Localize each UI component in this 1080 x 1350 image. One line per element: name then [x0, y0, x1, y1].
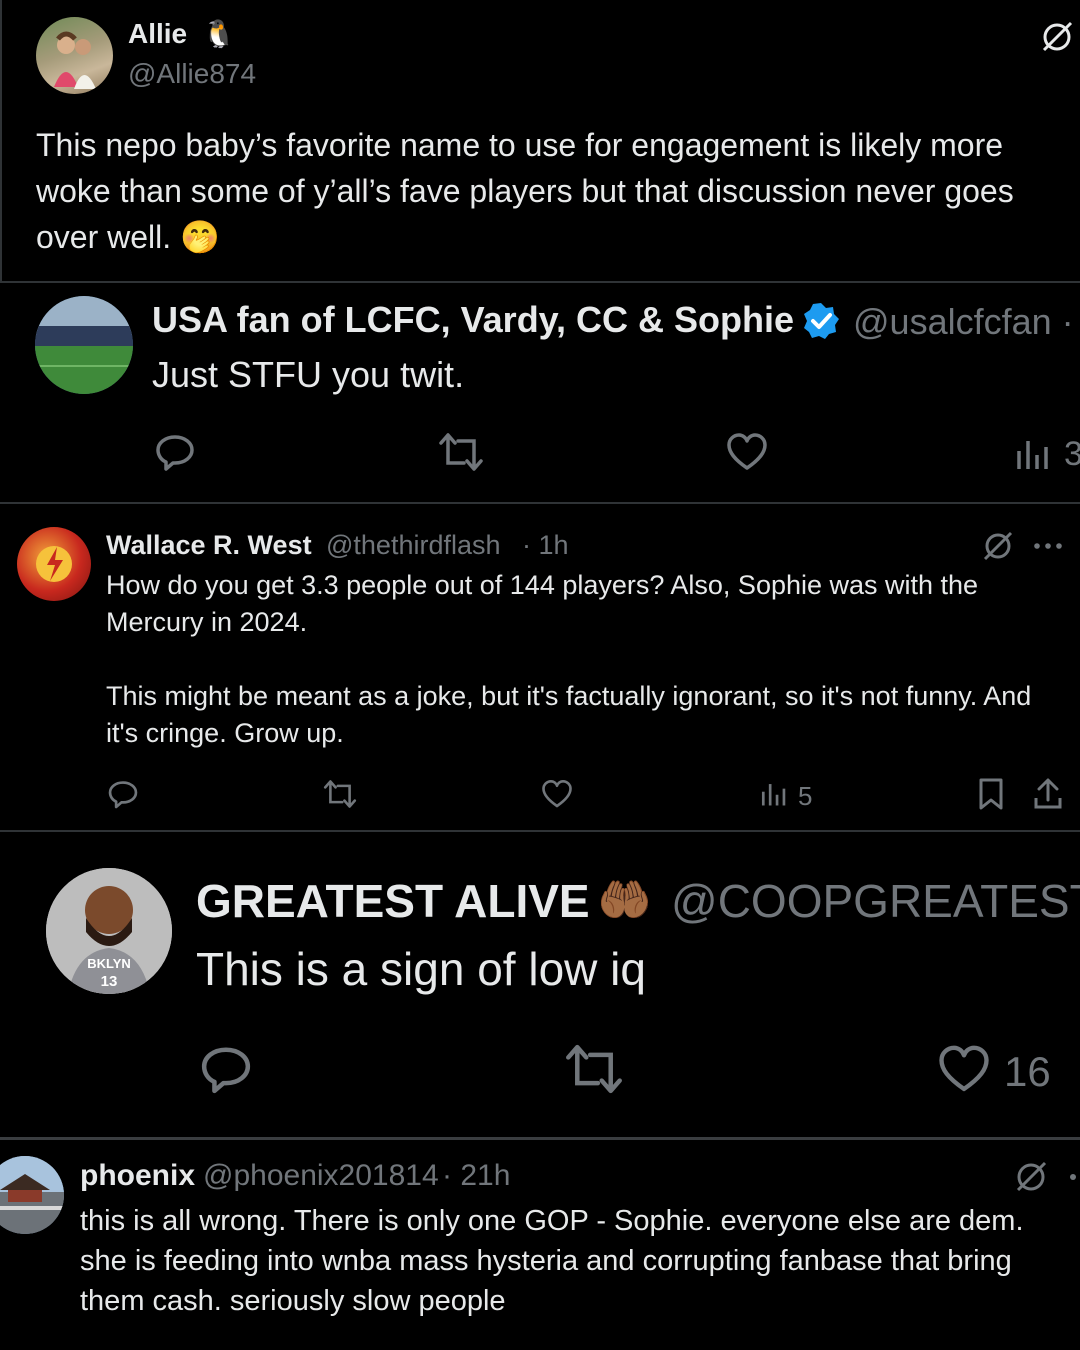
praying-hands-emoji: 🤲🏾	[597, 876, 652, 925]
grok-icon[interactable]	[980, 528, 1016, 564]
tweet-phoenix: phoenix @phoenix201814 · 21h this is all…	[0, 1140, 1080, 1350]
views-count: 3	[1064, 435, 1080, 473]
tweet-text: This nepo baby’s favorite name to use fo…	[36, 122, 1076, 260]
verified-badge-icon	[800, 300, 842, 342]
tweet-wallace: Wallace R. West @thethirdflash · 1h How …	[0, 504, 1080, 830]
tweet-allie: Allie 🐧 @Allie874 This nepo baby’s favor…	[0, 0, 1080, 281]
reply-icon[interactable]	[153, 430, 197, 474]
handle[interactable]: @Allie874	[128, 58, 256, 90]
more-icon[interactable]	[1030, 532, 1066, 560]
reply-icon[interactable]	[106, 777, 140, 811]
display-name[interactable]: Allie	[128, 18, 187, 50]
avatar-photo	[54, 31, 96, 89]
retweet-icon[interactable]	[438, 430, 484, 474]
penguin-emoji: 🐧	[202, 19, 236, 49]
hand-over-mouth-emoji: 🤭	[180, 219, 220, 255]
handle[interactable]: @COOPGREATEST	[671, 874, 1080, 928]
display-name[interactable]: phoenix	[80, 1159, 195, 1193]
tweet-paragraph-2: This might be meant as a joke, but it's …	[106, 681, 1032, 748]
handle[interactable]: @thethirdflash	[326, 530, 501, 561]
jersey-number: 13	[101, 973, 118, 990]
avatar-basketball-player-photo: BKLYN 13	[46, 868, 172, 994]
display-name[interactable]: USA fan of LCFC, Vardy, CC & Sophie	[152, 299, 794, 341]
more-icon[interactable]	[1066, 1170, 1080, 1184]
display-name[interactable]: Wallace R. West	[106, 530, 312, 561]
like-icon[interactable]	[936, 1043, 992, 1095]
tweet-usalcfcfan: USA fan of LCFC, Vardy, CC & Sophie @usa…	[0, 283, 1080, 502]
views-icon[interactable]	[1013, 435, 1053, 473]
avatar[interactable]: BKLYN 13	[46, 868, 172, 994]
display-name[interactable]: GREATEST ALIVE	[196, 874, 590, 928]
tweet-greatest-alive: BKLYN 13 GREATEST ALIVE 🤲🏾 @COOPGREATEST…	[0, 832, 1080, 1137]
like-icon[interactable]	[540, 778, 574, 810]
handle[interactable]: @usalcfcfan ·	[853, 301, 1074, 343]
reply-icon[interactable]	[80, 1344, 114, 1350]
avatar-temple-photo	[0, 1156, 64, 1234]
avatar[interactable]	[36, 17, 113, 94]
tweet-paragraph-1: How do you get 3.3 people out of 144 pla…	[106, 570, 979, 637]
avatar[interactable]	[35, 296, 133, 394]
handle[interactable]: @phoenix201814	[203, 1159, 439, 1193]
views-count: 5	[798, 781, 813, 811]
timestamp[interactable]: · 1h	[522, 530, 569, 561]
jersey-text: BKLYN	[87, 956, 131, 971]
retweet-icon[interactable]	[564, 1041, 624, 1097]
grok-icon[interactable]	[1038, 18, 1076, 56]
tweet-text: this is all wrong. There is only one GOP…	[80, 1205, 1024, 1317]
bookmark-icon[interactable]	[976, 777, 1006, 811]
grok-icon[interactable]	[1012, 1158, 1050, 1196]
like-count: 16	[1004, 1048, 1051, 1095]
like-icon[interactable]	[725, 430, 769, 474]
reply-icon[interactable]	[198, 1041, 254, 1097]
tweet-text: This is a sign of low iq	[196, 943, 646, 995]
avatar[interactable]	[17, 527, 91, 601]
retweet-icon[interactable]	[322, 777, 358, 811]
avatar[interactable]	[0, 1156, 64, 1234]
views-icon[interactable]	[759, 780, 789, 808]
timestamp[interactable]: · 21h	[442, 1159, 510, 1193]
lightning-emblem	[36, 546, 72, 582]
tweet-text: Just STFU you twit.	[152, 354, 465, 395]
share-icon[interactable]	[1032, 777, 1064, 811]
avatar-stadium-photo	[35, 296, 133, 394]
